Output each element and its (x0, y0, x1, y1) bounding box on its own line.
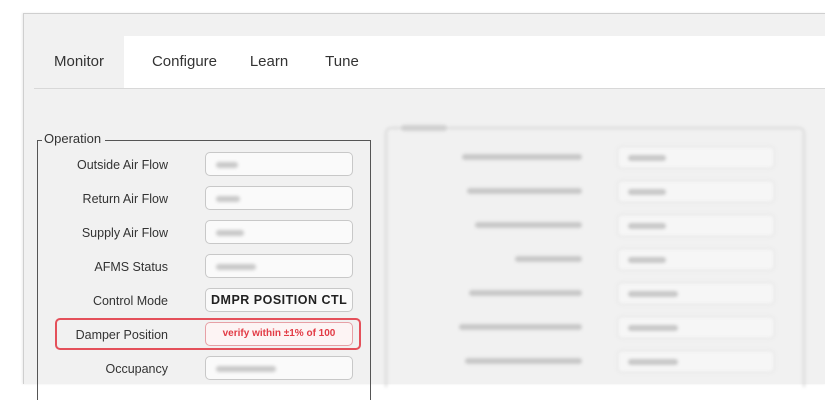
outside-air-flow-label: Outside Air Flow (76, 158, 168, 172)
redacted-label (465, 358, 582, 364)
redacted-label (462, 154, 582, 160)
occupancy-field[interactable] (205, 356, 353, 380)
redacted-label (475, 222, 582, 228)
redacted-value (628, 223, 666, 229)
blurred-row (387, 211, 807, 239)
afms-status-field[interactable] (205, 254, 353, 278)
redacted-value (216, 264, 256, 270)
operation-legend: Operation (42, 131, 106, 146)
redacted-label (515, 256, 582, 262)
blurred-row (387, 245, 807, 273)
tab-configure[interactable]: Configure (137, 36, 232, 88)
control-mode-row: Control Mode DMPR POSITION CTL (38, 287, 372, 317)
blurred-row (387, 177, 807, 205)
redacted-label (467, 188, 582, 194)
control-mode-label: Control Mode (92, 294, 168, 308)
blurred-field (617, 282, 775, 305)
damper-position-highlight (55, 318, 361, 350)
control-mode-field[interactable]: DMPR POSITION CTL (205, 288, 353, 312)
tab-learn[interactable]: Learn (239, 36, 299, 88)
redacted-value (216, 366, 276, 372)
redacted-value (628, 359, 678, 365)
redacted-value (628, 189, 666, 195)
afms-status-label: AFMS Status (94, 260, 168, 274)
tab-tune[interactable]: Tune (312, 36, 372, 88)
blurred-row (387, 347, 807, 375)
return-air-flow-label: Return Air Flow (82, 192, 168, 206)
operation-fieldset: Operation Outside Air Flow Return Air Fl… (37, 131, 372, 400)
blurred-field (617, 214, 775, 237)
redacted-legend (401, 125, 447, 131)
redacted-value (628, 257, 666, 263)
supply-air-flow-field[interactable] (205, 220, 353, 244)
supply-air-flow-label: Supply Air Flow (81, 226, 168, 240)
tab-monitor[interactable]: Monitor (34, 36, 124, 88)
blurred-field (617, 316, 775, 339)
blurred-row (387, 143, 807, 171)
redacted-value (216, 230, 244, 236)
outside-air-flow-field[interactable] (205, 152, 353, 176)
outside-air-flow-row: Outside Air Flow (38, 151, 372, 181)
redacted-value (628, 325, 678, 331)
blurred-field (617, 146, 775, 169)
occupancy-row: Occupancy (38, 355, 372, 385)
blurred-panel (385, 125, 807, 387)
redacted-label (459, 324, 582, 330)
blurred-field (617, 248, 775, 271)
redacted-value (216, 196, 240, 202)
redacted-value (628, 155, 666, 161)
blurred-row (387, 279, 807, 307)
return-air-flow-field[interactable] (205, 186, 353, 210)
blurred-row (387, 313, 807, 341)
blurred-field (617, 180, 775, 203)
return-air-flow-row: Return Air Flow (38, 185, 372, 215)
redacted-label (469, 290, 582, 296)
redacted-value (628, 291, 678, 297)
tab-bar: Monitor Configure Learn Tune (34, 36, 825, 89)
occupancy-label: Occupancy (105, 362, 168, 376)
afms-status-row: AFMS Status (38, 253, 372, 283)
supply-air-flow-row: Supply Air Flow (38, 219, 372, 249)
redacted-value (216, 162, 238, 168)
blurred-field (617, 350, 775, 373)
